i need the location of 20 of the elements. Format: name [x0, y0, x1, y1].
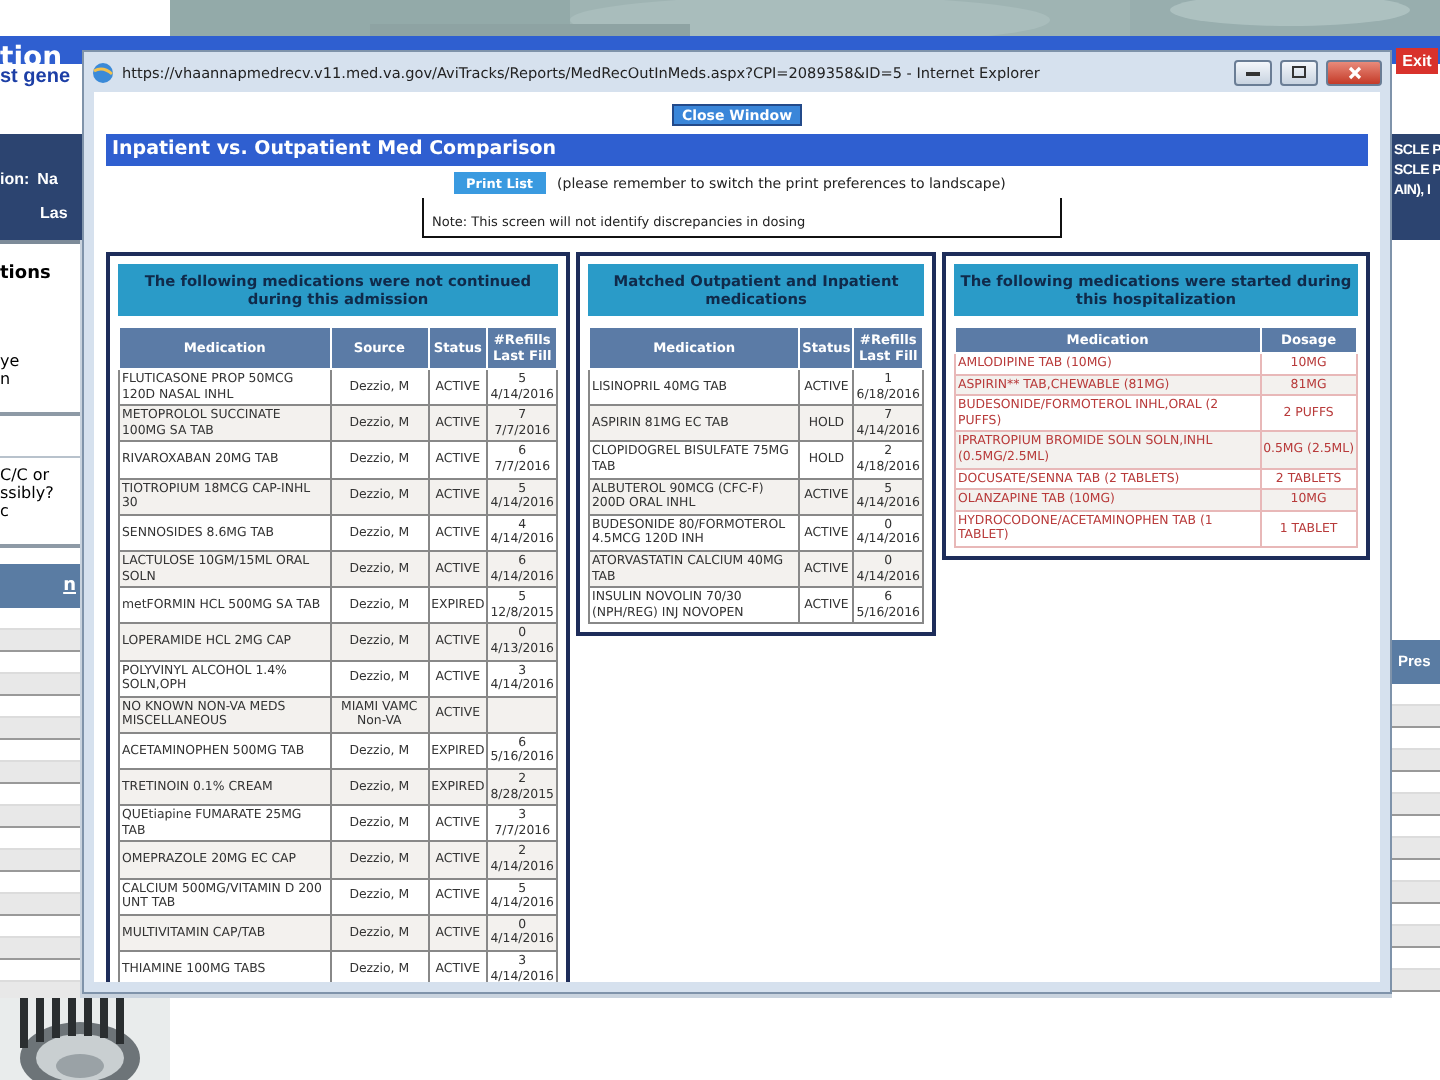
note-text: C/C or: [0, 466, 52, 484]
table-header: n: [0, 564, 80, 608]
patient-label: ion:: [0, 170, 30, 188]
globe-icon: [92, 61, 114, 83]
minimize-button[interactable]: [1234, 59, 1272, 85]
patient-label: Na: [37, 170, 58, 188]
patient-label: Las: [40, 204, 68, 222]
maximize-icon: [1292, 66, 1306, 78]
section-heading: Inpatient vs. Outpatient Med Comparison: [106, 134, 1368, 166]
note-text: n: [0, 370, 13, 388]
note-text: ssibly?: [0, 484, 56, 502]
exit-button[interactable]: Exit: [1396, 48, 1438, 74]
minimize-icon: [1246, 69, 1260, 75]
close-button[interactable]: [1326, 59, 1382, 85]
note-text: c: [0, 502, 11, 520]
close-icon: [1347, 65, 1361, 79]
maximize-button[interactable]: [1280, 59, 1318, 85]
note-text: ye: [0, 352, 22, 370]
page-subtitle: st gene: [0, 66, 71, 88]
section-heading: tions: [0, 264, 51, 284]
